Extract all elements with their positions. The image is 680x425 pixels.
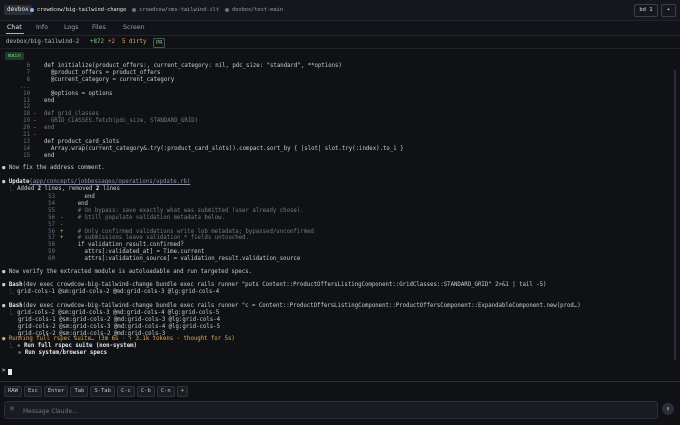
update-summary: ⎿ Added 2 lines, removed 2 lines [8, 186, 120, 192]
window-tab[interactable]: crowdcow/big-tailwind-change [30, 5, 126, 15]
bd-button[interactable]: bd 1 [634, 4, 658, 17]
key-more[interactable]: + [176, 386, 189, 397]
tab-logs[interactable]: Logs [64, 24, 79, 31]
active-tab-indicator [6, 33, 24, 34]
chat-transcript: 6 def initialize(product_offers:, current… [0, 62, 680, 380]
code-text: end [44, 152, 55, 159]
prompt-glyph: > [2, 368, 6, 374]
status-dot-icon [132, 8, 137, 12]
code-text: @current_category = current_category [44, 76, 175, 83]
key-enter[interactable]: Enter [43, 386, 69, 397]
repo-name: devbox/big-tailwind-2 [6, 39, 80, 45]
key-ctrl-c[interactable]: C-c [116, 386, 135, 397]
assistant-message: ● Now verify the extracted module is aut… [2, 269, 252, 275]
diff-marker: - [33, 132, 37, 138]
window-bar: devbox crowdcow/big-tailwind-change crow… [0, 0, 680, 21]
arrow-up-icon: ↑ [665, 405, 671, 413]
todo-item: ▪ Run system/browser specs [18, 350, 108, 356]
line-number: 60 [48, 256, 55, 263]
key-ctrl-n[interactable]: C-n [156, 386, 175, 397]
pr-badge[interactable]: PR [153, 38, 166, 48]
key-shift-tab[interactable]: S-Tab [90, 386, 115, 397]
code-text: end [44, 125, 55, 132]
key-toolbar: RAW Esc Enter Tab S-Tab C-c C-b C-n + [4, 386, 189, 397]
key-ctrl-b[interactable]: C-b [136, 386, 155, 397]
window-tabs: crowdcow/big-tailwind-change crowdcow/cm… [30, 5, 283, 15]
dirty-count: 5 dirty [122, 39, 147, 45]
key-esc[interactable]: Esc [23, 386, 42, 397]
lines-removed: +2 [108, 39, 115, 45]
line-number: 15 [23, 152, 30, 159]
code-text: GRID_CLASSES.fetch(pdc_size, STANDARD_GR… [44, 118, 199, 125]
slash-command-icon[interactable]: ⌘ [10, 405, 18, 413]
tab-screen[interactable]: Screen [123, 24, 145, 31]
window-tab[interactable]: crowdcow/cms-tailwind-ilt [132, 5, 219, 15]
new-window-button[interactable]: + [661, 4, 676, 17]
send-button[interactable]: ↑ [662, 403, 674, 415]
key-tab[interactable]: Tab [70, 386, 89, 397]
lines-added: +872 [90, 39, 104, 45]
status-dot-icon [30, 8, 34, 12]
tab-chat[interactable]: Chat [7, 24, 22, 31]
key-raw[interactable]: RAW [4, 386, 22, 397]
code-text: attrs[:validation_source] = validation_r… [64, 256, 301, 263]
code-text: end [44, 97, 55, 104]
assistant-message: ● Now fix the address comment. [2, 165, 105, 171]
brand-label: devbox [4, 5, 32, 15]
status-dot-icon [225, 8, 230, 12]
tab-info[interactable]: Info [36, 24, 48, 31]
tab-files[interactable]: Files [92, 24, 106, 31]
message-input[interactable] [21, 405, 645, 417]
scrollbar[interactable] [674, 70, 676, 360]
code-text: # Still populate validation metadata bel… [64, 214, 225, 221]
message-composer: ⌘ [4, 401, 658, 419]
window-tab[interactable]: devbox/test-main [225, 5, 283, 15]
diff-marker: + [60, 235, 64, 242]
divider [0, 381, 680, 382]
code-text: Array.wrap(current_category&.try(:produc… [44, 145, 404, 152]
repo-status: devbox/big-tailwind-2 +872 +2 5 dirty PR [0, 36, 680, 49]
tab-bar: Chat Info Logs Files Screen [0, 21, 680, 36]
bash-output: ⎿ grid-cols-1 @sm:grid-cols-2 @md:grid-c… [8, 289, 220, 295]
text-cursor [8, 369, 12, 375]
branch-badge: main [5, 52, 24, 60]
